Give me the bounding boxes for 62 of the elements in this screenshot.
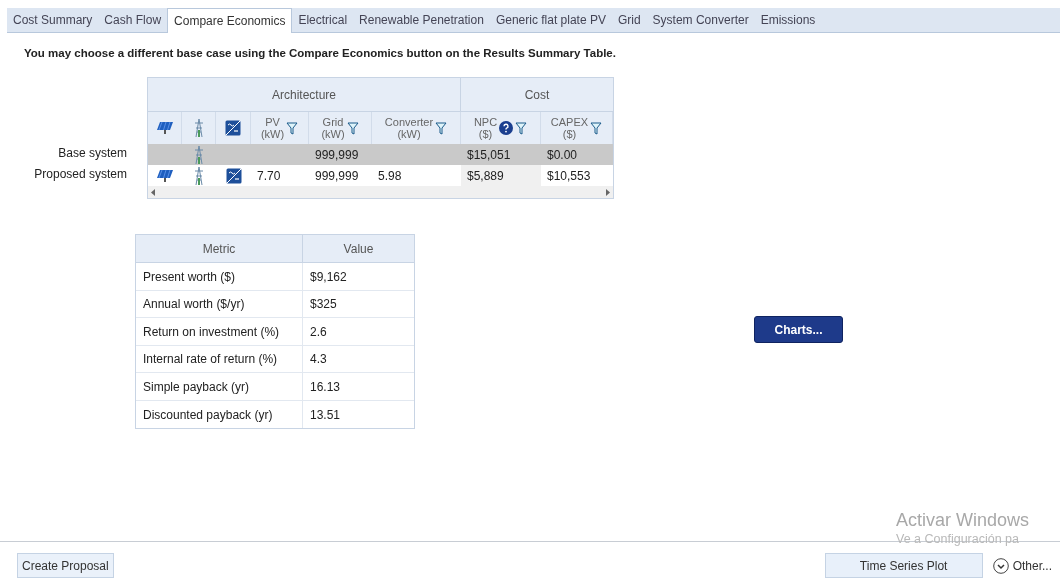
tab[interactable]: Grid (611, 8, 647, 32)
table-cell-text: 16.13 (310, 378, 341, 396)
tab[interactable]: Renewable Penetration (353, 8, 490, 32)
column-group-header: Architecture (148, 78, 461, 112)
filter-icon[interactable] (435, 121, 448, 135)
table-cell-text: $10,553 (547, 167, 591, 185)
row-label: Base system (58, 145, 127, 163)
activation-watermark-text: Ve a Configuración pa (896, 533, 1020, 546)
tab[interactable]: Generic flat plate PV (489, 8, 612, 32)
help-icon[interactable] (499, 121, 514, 136)
time-series-plot-button[interactable]: Time Series Plot (824, 553, 983, 578)
scroll-left-icon[interactable] (151, 188, 156, 196)
column-header[interactable]: CAPEX ($) (550, 116, 589, 141)
tab[interactable]: Cost Summary (7, 8, 99, 32)
table-cell-text: $9,162 (310, 268, 347, 286)
table-row[interactable]: 7.70 999,999 5.98 $5,889 $10,553 (148, 165, 613, 187)
table-cell-text: 7.70 (257, 167, 281, 185)
table-cell-text: Internal rate of return (%) (143, 351, 278, 368)
scroll-right-icon[interactable] (605, 188, 610, 196)
table-cell-text: Present worth ($) (143, 268, 236, 286)
table-cell-text: Discounted payback (yr) (143, 406, 273, 424)
tab[interactable]: System Converter (646, 8, 755, 32)
table-cell-text: Simple payback (yr) (143, 378, 250, 396)
table-row[interactable]: 999,999 $15,051 $0.00 (148, 144, 613, 166)
create-proposal-button[interactable]: Create Proposal (17, 553, 114, 578)
table-cell-text: $325 (310, 296, 337, 313)
filter-icon[interactable] (346, 121, 359, 135)
table-cell-text: $0.00 (547, 146, 578, 164)
column-header[interactable]: NPC ($) (473, 116, 498, 141)
row-label: Proposed system (34, 166, 127, 184)
pylon-icon (192, 118, 205, 139)
column-group-header: Cost (523, 86, 551, 104)
converter-icon (225, 120, 241, 137)
column-header: Metric (136, 235, 303, 263)
instruction-text: You may choose a different base case using the Compare Economics button on the Results Summary Table. (24, 46, 617, 61)
table-cell-text: $5,889 (467, 167, 504, 185)
horizontal-scrollbar[interactable] (148, 186, 613, 199)
tab[interactable]: Compare Economics (167, 8, 293, 33)
filter-icon[interactable] (515, 121, 528, 135)
activation-watermark-title: Activar Windows (896, 511, 1030, 529)
table-cell-text: 4.3 (310, 351, 327, 368)
table-cell-text: Annual worth ($/yr) (143, 296, 245, 313)
table-cell-text: 2.6 (310, 323, 327, 341)
filter-icon[interactable] (286, 121, 299, 135)
table-cell-text: Return on investment (%) (143, 323, 280, 341)
column-header: Value (342, 240, 375, 258)
table-cell-text: 999,999 (315, 167, 359, 185)
tab[interactable]: Electrical (292, 8, 354, 32)
charts-button[interactable]: Charts... (754, 316, 843, 344)
table-cell-text: 13.51 (310, 406, 341, 424)
other-button[interactable]: Other... (992, 556, 1052, 575)
table-cell-text: $15,051 (467, 146, 511, 164)
table-cell-text: 999,999 (315, 146, 359, 164)
solar-panel-icon (155, 121, 174, 136)
tab[interactable]: Cash Flow (98, 8, 168, 32)
filter-icon[interactable] (590, 121, 603, 135)
table-cell-text: 5.98 (378, 167, 402, 185)
column-header[interactable]: Grid (kW) (321, 116, 345, 141)
column-header[interactable]: PV (kW) (260, 116, 285, 141)
tab[interactable]: Emissions (754, 8, 822, 32)
column-header[interactable]: Converter (kW) (384, 116, 434, 141)
chevron-down-icon (992, 557, 1009, 574)
